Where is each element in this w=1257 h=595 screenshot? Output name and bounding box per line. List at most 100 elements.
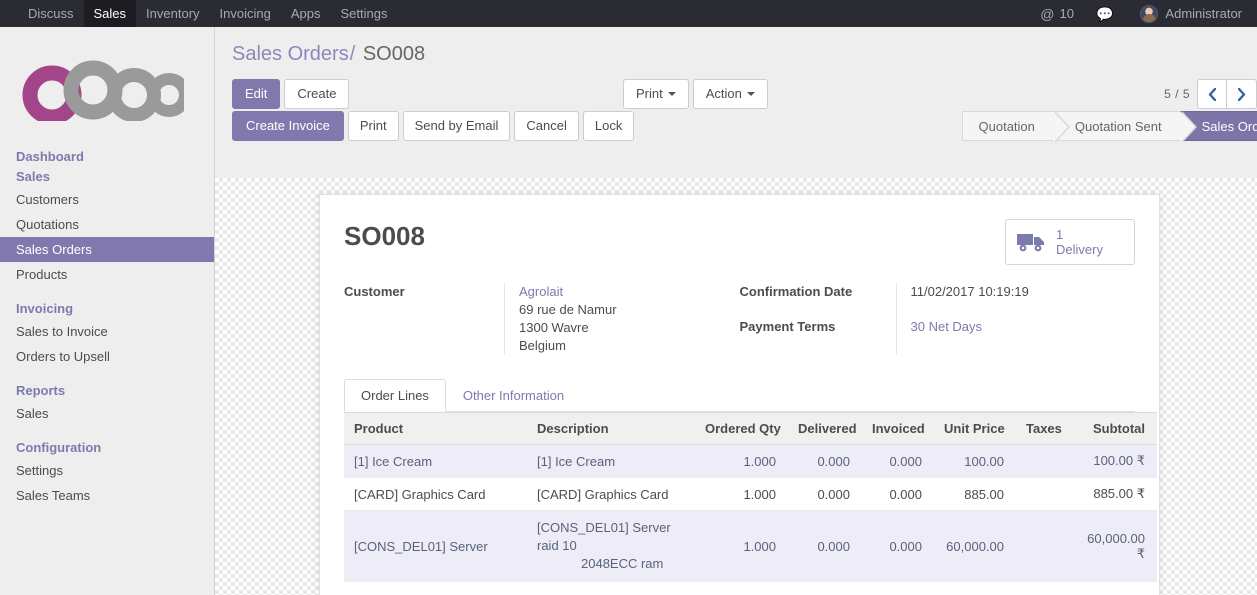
sidebar-item-quotations[interactable]: Quotations: [0, 212, 214, 237]
create-button[interactable]: Create: [284, 79, 350, 109]
table-row[interactable]: [CARD] Graphics Card [CARD] Graphics Car…: [344, 477, 1157, 511]
menu-item-inventory[interactable]: Inventory: [136, 0, 209, 27]
form-fields: Customer Agrolait 69 rue de Namur 1300 W…: [344, 283, 1135, 355]
cancel-button[interactable]: Cancel: [514, 111, 579, 141]
pager-value: 5 / 5: [1164, 87, 1190, 101]
cell-delivered: 0.000: [788, 510, 862, 582]
delivery-smart-button[interactable]: 1 Delivery: [1005, 219, 1135, 265]
sidebar-item-orders-to-upsell[interactable]: Orders to Upsell: [0, 344, 214, 369]
sidebar-section-sales: Sales: [16, 169, 50, 184]
breadcrumb-current: SO008: [362, 43, 426, 65]
cell-description: [CARD] Graphics Card: [527, 477, 695, 511]
send-by-email-button[interactable]: Send by Email: [402, 111, 511, 141]
odoo-logo[interactable]: [0, 27, 214, 147]
column-header-description[interactable]: Description: [527, 412, 695, 445]
column-header-unit-price[interactable]: Unit Price: [934, 412, 1016, 445]
menu-item-settings[interactable]: Settings: [330, 0, 397, 27]
customer-name[interactable]: Agrolait: [519, 283, 740, 301]
description-line-3: 2048ECC ram: [581, 556, 664, 571]
order-lines-table: Product Description Ordered Qty Delivere…: [344, 412, 1157, 582]
menu-item-apps[interactable]: Apps: [281, 0, 331, 27]
sidebar-section-configuration: Configuration: [16, 440, 102, 455]
sidebar-section-reports: Reports: [16, 383, 66, 398]
cell-unit-price: 60,000.00: [934, 510, 1016, 582]
print-dropdown-button[interactable]: Print: [623, 79, 689, 109]
action-dropdown-button[interactable]: Action: [692, 79, 768, 109]
customer-address-street: 69 rue de Namur: [519, 302, 617, 317]
avatar: [1140, 4, 1159, 23]
cell-taxes: [1016, 510, 1072, 582]
column-header-invoiced[interactable]: Invoiced: [862, 412, 934, 445]
pager-previous-button[interactable]: [1197, 79, 1227, 109]
sidebar-item-sales-to-invoice[interactable]: Sales to Invoice: [0, 319, 214, 344]
sidebar-item-settings[interactable]: Settings: [0, 458, 214, 483]
lock-button[interactable]: Lock: [582, 111, 635, 141]
breadcrumb-root[interactable]: Sales Orders: [232, 43, 349, 65]
cell-product: [CONS_DEL01] Server: [344, 510, 527, 582]
form-sheet: 1 Delivery SO008 Customer Agrolait 69 ru…: [319, 194, 1160, 595]
mentions-indicator[interactable]: @ 10: [1029, 6, 1085, 21]
sidebar-item-sales-orders[interactable]: Sales Orders: [0, 237, 214, 262]
table-row[interactable]: [CONS_DEL01] Server [CONS_DEL01] Server …: [344, 510, 1157, 582]
cell-unit-price: 885.00: [934, 477, 1016, 511]
tab-order-lines[interactable]: Order Lines: [344, 379, 446, 412]
payment-terms-label: Payment Terms: [739, 319, 836, 334]
statusbar: Create Invoice Print Send by Email Cance…: [215, 111, 1257, 145]
column-header-subtotal[interactable]: Subtotal: [1072, 412, 1157, 445]
payment-terms-value[interactable]: 30 Net Days: [911, 318, 1136, 336]
create-invoice-button[interactable]: Create Invoice: [232, 111, 344, 141]
status-pipeline: Quotation Quotation Sent Sales Order: [961, 111, 1257, 143]
sidebar-item-customers[interactable]: Customers: [0, 187, 214, 212]
menu-item-discuss[interactable]: Discuss: [18, 0, 84, 27]
odoo-logo-icon: [22, 60, 184, 121]
user-menu[interactable]: Administrator: [1129, 4, 1253, 23]
status-quotation[interactable]: Quotation: [961, 111, 1071, 143]
navbar-systray: @ 10 💬 Administrator: [1029, 0, 1257, 27]
sidebar-item-sales-teams[interactable]: Sales Teams: [0, 483, 214, 508]
notebook-tabs: Order Lines Other Information: [344, 379, 1135, 412]
breadcrumb: Sales Orders/ SO008: [215, 27, 1257, 67]
form-values-left: Agrolait 69 rue de Namur 1300 Wavre Belg…: [504, 283, 740, 355]
status-quotation-sent[interactable]: Quotation Sent: [1052, 111, 1197, 143]
order-lines-body: [1] Ice Cream [1] Ice Cream 1.000 0.000 …: [344, 444, 1157, 582]
sidebar-section-dashboard[interactable]: Dashboard: [0, 147, 214, 167]
column-header-taxes[interactable]: Taxes: [1016, 412, 1072, 445]
cell-subtotal: 100.00 ₹: [1072, 444, 1157, 478]
form-labels-right: Confirmation Date Payment Terms: [740, 283, 896, 355]
cell-unit-price: 100.00: [934, 444, 1016, 478]
confirmation-date-value: 11/02/2017 10:19:19: [910, 284, 1029, 299]
messages-indicator[interactable]: 💬: [1085, 7, 1129, 21]
form-values-right: 11/02/2017 10:19:19 30 Net Days: [895, 283, 1136, 355]
menu-item-sales[interactable]: Sales: [83, 0, 137, 27]
sidebar-item-products[interactable]: Products: [0, 262, 214, 287]
cell-product: [1] Ice Cream: [344, 444, 527, 478]
sidebar-section-invoicing: Invoicing: [16, 301, 74, 316]
table-row[interactable]: [1] Ice Cream [1] Ice Cream 1.000 0.000 …: [344, 444, 1157, 478]
cell-delivered: 0.000: [788, 444, 862, 478]
table-header-row: Product Description Ordered Qty Delivere…: [344, 412, 1157, 445]
menu-item-invoicing[interactable]: Invoicing: [210, 0, 281, 27]
sidebar-item-sales-report[interactable]: Sales: [0, 401, 214, 426]
cell-taxes: [1016, 444, 1072, 478]
pager-next-button[interactable]: [1227, 79, 1257, 109]
print-button[interactable]: Print: [347, 111, 399, 141]
cell-delivered: 0.000: [788, 477, 862, 511]
column-header-ordered-qty[interactable]: Ordered Qty: [695, 412, 788, 445]
column-header-delivered[interactable]: Delivered: [788, 412, 862, 445]
edit-button[interactable]: Edit: [232, 79, 281, 109]
tab-other-information[interactable]: Other Information: [446, 379, 581, 412]
form-column-right: Confirmation Date Payment Terms 11/02/20…: [740, 283, 1136, 355]
customer-address-city: 1300 Wavre: [519, 320, 589, 335]
column-header-product[interactable]: Product: [344, 412, 527, 445]
odoo-app-window: Discuss Sales Inventory Invoicing Apps S…: [0, 0, 1257, 595]
delivery-count: 1: [1056, 227, 1064, 242]
user-name: Administrator: [1165, 6, 1242, 21]
chevron-down-icon: [667, 92, 676, 96]
at-sign-icon: @: [1040, 5, 1055, 22]
confirmation-date-label: Confirmation Date: [739, 284, 853, 299]
chevron-left-icon: [1208, 87, 1216, 101]
form-labels-left: Customer: [344, 283, 504, 355]
chevron-right-icon: [1237, 87, 1245, 101]
description-line-1: [CONS_DEL01] Server: [537, 520, 671, 535]
cell-invoiced: 0.000: [862, 477, 934, 511]
